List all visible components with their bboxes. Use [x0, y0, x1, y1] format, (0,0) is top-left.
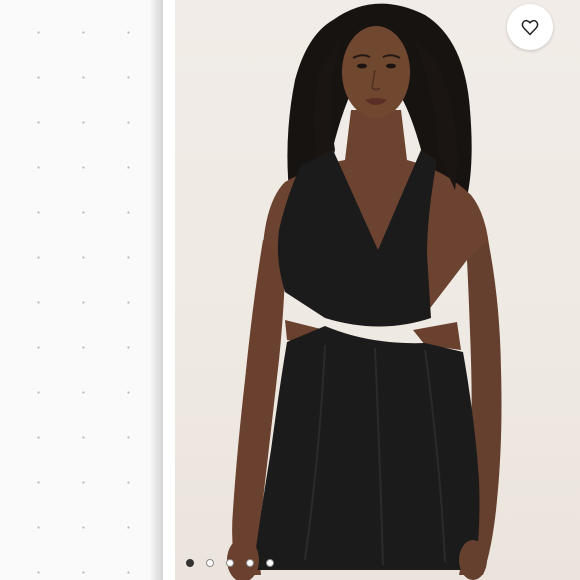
carousel-dot-5[interactable] [266, 559, 274, 567]
skirt [253, 326, 480, 570]
carousel-dot-1[interactable] [186, 559, 194, 567]
right-hand [459, 540, 487, 580]
carousel-dot-3[interactable] [226, 559, 234, 567]
panel-shadow-edge [150, 0, 164, 580]
dotted-background-panel [0, 0, 158, 580]
right-eye [386, 63, 396, 69]
carousel-dots [186, 558, 274, 568]
model-illustration [227, 3, 502, 580]
product-listing-view [0, 0, 580, 580]
heart-outline-icon [521, 19, 539, 36]
panel-divider [163, 0, 175, 580]
carousel-dot-2[interactable] [206, 559, 214, 567]
carousel-dot-4[interactable] [246, 559, 254, 567]
left-eye [357, 63, 367, 69]
product-photo[interactable] [175, 0, 580, 580]
like-button[interactable] [507, 4, 553, 50]
